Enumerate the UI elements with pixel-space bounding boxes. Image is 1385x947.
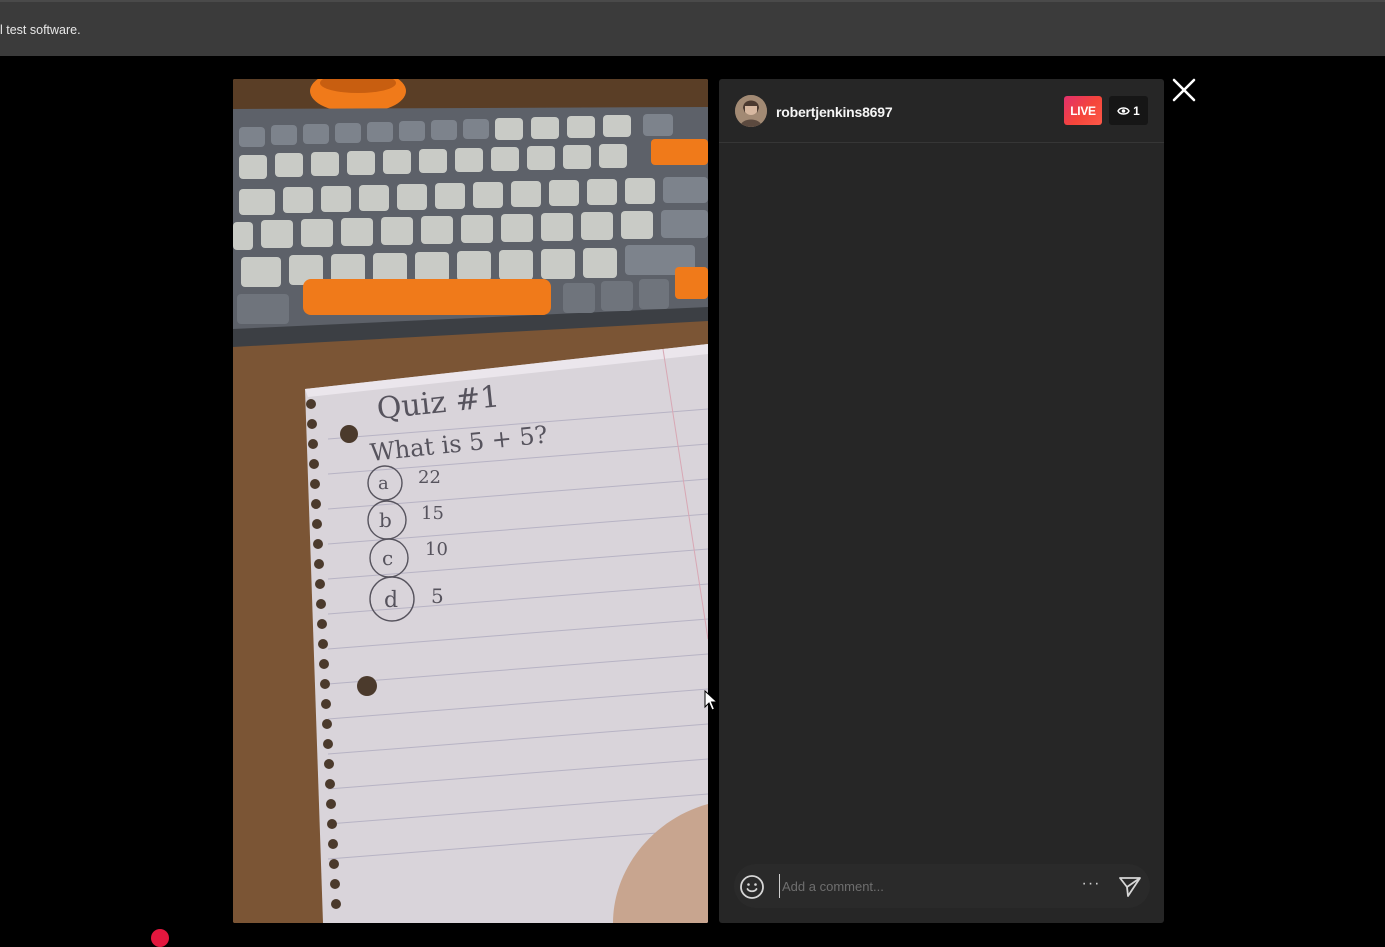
- viewer-count: 1: [1133, 103, 1140, 118]
- svg-text:15: 15: [421, 503, 444, 524]
- live-side-panel: robertjenkins8697 LIVE 1 ···: [719, 79, 1164, 923]
- svg-text:b: b: [379, 508, 392, 532]
- comment-input[interactable]: [779, 874, 1059, 898]
- live-badge: LIVE: [1064, 96, 1102, 125]
- emoji-icon[interactable]: [738, 873, 766, 901]
- eye-icon: [1117, 106, 1130, 115]
- notification-dot: [151, 929, 169, 947]
- send-icon[interactable]: [1117, 874, 1143, 900]
- username[interactable]: robertjenkins8697: [776, 104, 893, 120]
- svg-text:c: c: [382, 546, 393, 570]
- close-icon[interactable]: [1170, 76, 1198, 104]
- svg-text:22: 22: [418, 467, 441, 488]
- infobar-text: l test software.: [0, 23, 81, 37]
- automation-infobar: l test software.: [0, 0, 1385, 56]
- mouse-cursor-icon: [704, 690, 718, 711]
- svg-text:d: d: [384, 588, 398, 613]
- live-video[interactable]: Quiz #1 What is 5 + 5? a 22 b 15 c 10 d …: [233, 79, 708, 923]
- video-frame-image: Quiz #1 What is 5 + 5? a 22 b 15 c 10 d …: [233, 79, 708, 923]
- more-options-button[interactable]: ···: [1080, 876, 1102, 896]
- comment-bar: ···: [734, 864, 1150, 908]
- svg-text:10: 10: [425, 539, 448, 560]
- svg-text:a: a: [378, 473, 389, 494]
- avatar[interactable]: [735, 95, 767, 127]
- panel-header: robertjenkins8697 LIVE 1: [719, 79, 1164, 143]
- svg-text:5: 5: [431, 584, 444, 608]
- viewer-count-badge: 1: [1109, 96, 1148, 125]
